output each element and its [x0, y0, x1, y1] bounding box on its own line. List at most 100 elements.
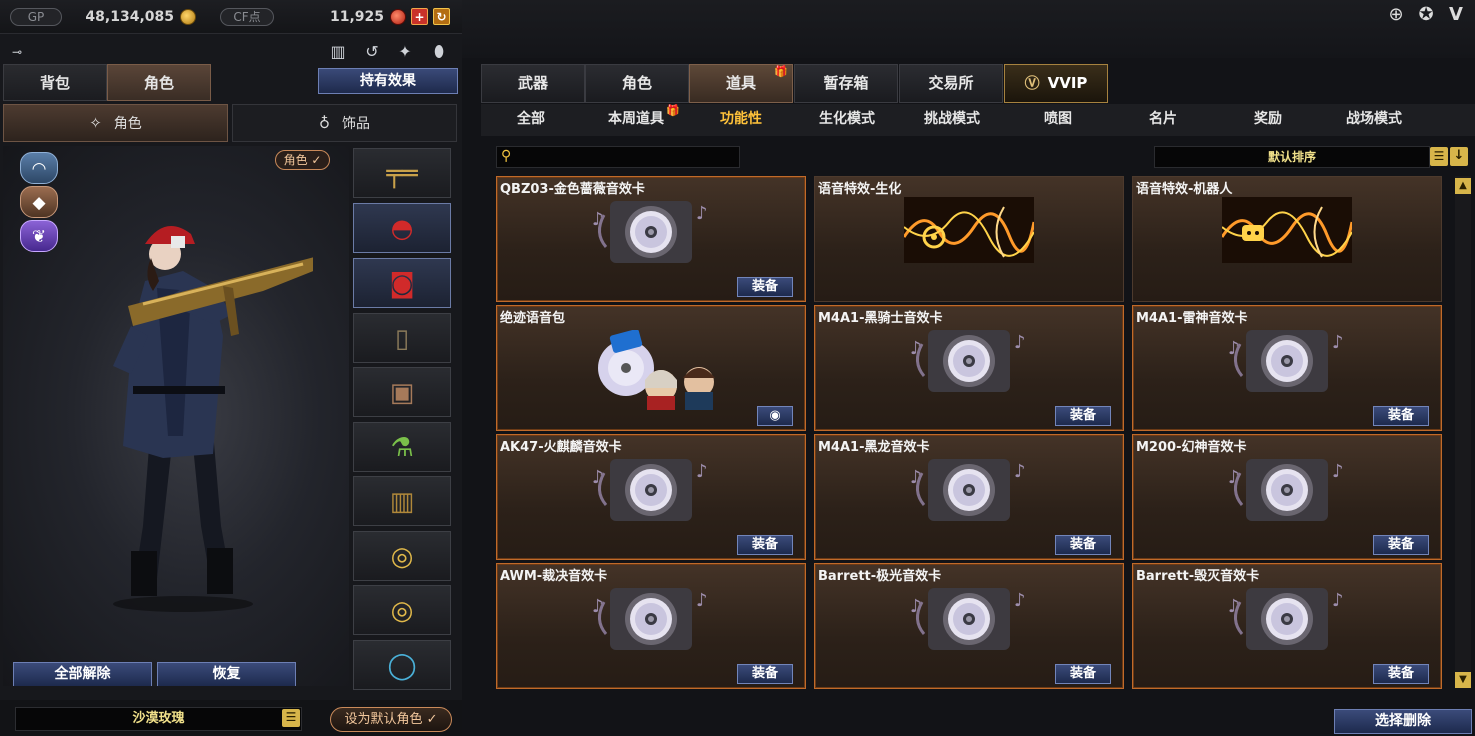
character-preview: ◠ ◆ ❦ 角色 ✓ 全部解除 恢复	[3, 146, 349, 686]
slot-canister[interactable]: ⚗	[353, 422, 451, 472]
equip-button[interactable]: 装备	[1373, 664, 1429, 684]
equip-button[interactable]: 装备	[1055, 535, 1111, 555]
slot-goggles[interactable]: ◙	[353, 258, 451, 308]
subtab-accessory-label: 饰品	[342, 116, 370, 132]
equip-button[interactable]: 装备	[1055, 664, 1111, 684]
slot-ring-1[interactable]: ◎	[353, 531, 451, 581]
sort-down-icon[interactable]: ↓	[1450, 147, 1468, 166]
stats-icon[interactable]: ▥	[327, 41, 349, 63]
tab-exchange[interactable]: 交易所	[899, 64, 1003, 103]
slot-radio[interactable]: ▯	[353, 313, 451, 363]
filter-spray[interactable]: 喷图	[1008, 104, 1108, 136]
filter-all[interactable]: 全部	[481, 104, 581, 136]
item-card[interactable]: M4A1-雷神音效卡 ♪ ♪ 装备	[1132, 305, 1442, 431]
eagle-icon[interactable]: ◆	[20, 186, 58, 218]
scroll-down-icon[interactable]: ▼	[1455, 672, 1471, 688]
svg-text:♪: ♪	[910, 338, 922, 359]
character-name-field[interactable]: 沙漠玫瑰	[15, 707, 302, 731]
item-card[interactable]: QBZ03-金色蔷薇音效卡 ♪ ♪ 装备	[496, 176, 806, 302]
tab-storage[interactable]: 暂存箱	[794, 64, 898, 103]
vip-icon[interactable]: V	[1443, 2, 1469, 28]
gift-icon: 🎁	[666, 104, 680, 117]
slot-ring-2[interactable]: ◎	[353, 585, 451, 635]
set-default-character-button[interactable]: 设为默认角色 ✓	[330, 707, 452, 732]
sort-select[interactable]: 默认排序	[1154, 146, 1430, 168]
slot-pouch[interactable]: ▥	[353, 476, 451, 526]
add-cf-icon[interactable]: +	[411, 8, 428, 25]
svg-text:♪: ♪	[1228, 596, 1240, 617]
equip-button[interactable]: 装备	[737, 535, 793, 555]
item-card[interactable]: 语音特效-机器人	[1132, 176, 1442, 302]
slot-hat[interactable]: ◓	[353, 203, 451, 253]
tab-backpack-label: 背包	[39, 74, 70, 92]
hold-effect-button[interactable]: 持有效果	[318, 68, 458, 94]
menu-icon[interactable]: ☰	[282, 709, 300, 727]
filter-reward[interactable]: 奖励	[1218, 104, 1318, 136]
key-icon[interactable]: ⊸	[6, 41, 28, 63]
svg-text:♪: ♪	[696, 590, 708, 611]
item-card[interactable]: Barrett-毁灭音效卡 ♪ ♪ 装备	[1132, 563, 1442, 689]
tab-character[interactable]: 角色	[107, 64, 211, 101]
select-delete-button[interactable]: 选择删除	[1334, 709, 1472, 734]
subtab-character[interactable]: ✧ 角色	[3, 104, 228, 142]
mouse-icon[interactable]: ⬮	[428, 41, 450, 63]
item-card[interactable]: AWM-裁决音效卡 ♪ ♪ 装备	[496, 563, 806, 689]
equip-button[interactable]: 装备	[737, 664, 793, 684]
item-card[interactable]: M200-幻神音效卡 ♪ ♪ 装备	[1132, 434, 1442, 560]
slot-weapon[interactable]: ╤═	[353, 148, 451, 198]
tab-weapon[interactable]: 武器	[481, 64, 585, 103]
pose-icon[interactable]: ✦	[394, 41, 416, 63]
top-strip: ⊕ ✪ V	[462, 0, 1475, 58]
right-panel: ⊕ ✪ V 武器 角色 道具 🎁 暂存箱 交易所 Ⓥ VVIP 全部 本周道具 🎁 功…	[462, 0, 1475, 736]
svg-text:♪: ♪	[910, 596, 922, 617]
item-grid: QBZ03-金色蔷薇音效卡 ♪ ♪ 装备 语音特效-生化 语音特效-机器人 绝迹语音包 ◉ M4…	[496, 176, 1446, 691]
wing-icon[interactable]: ❦	[20, 220, 58, 252]
cf-label: CF点	[220, 8, 274, 26]
filter-zombie[interactable]: 生化模式	[797, 104, 897, 136]
scrollbar[interactable]: ▲ ▼	[1455, 176, 1471, 688]
filter-weekly[interactable]: 本周道具 🎁	[586, 104, 686, 136]
item-card[interactable]: 绝迹语音包 ◉	[496, 305, 806, 431]
music-disc-icon: ♪ ♪	[904, 326, 1034, 400]
item-card[interactable]: M4A1-黑骑士音效卡 ♪ ♪ 装备	[814, 305, 1124, 431]
filter-spray-label: 喷图	[1044, 111, 1072, 127]
equip-button[interactable]: 装备	[1373, 406, 1429, 426]
search-input[interactable]: ⚲	[496, 146, 740, 168]
mask-icon[interactable]: ◠	[20, 152, 58, 184]
search-icon: ⚲	[501, 148, 512, 164]
filter-card[interactable]: 名片	[1113, 104, 1213, 136]
rotate-view-icon[interactable]: ↺	[361, 41, 383, 63]
equip-button[interactable]: 装备	[1055, 406, 1111, 426]
disc-icon[interactable]: ◉	[757, 406, 793, 426]
item-card[interactable]: AK47-火麒麟音效卡 ♪ ♪ 装备	[496, 434, 806, 560]
tab-role[interactable]: 角色	[585, 64, 689, 103]
unequip-all-button[interactable]: 全部解除	[13, 662, 152, 686]
badge-icon[interactable]: ✪	[1413, 2, 1439, 28]
role-badge: 角色 ✓	[275, 150, 330, 170]
filter-functional[interactable]: 功能性	[691, 104, 791, 136]
item-card[interactable]: M4A1-黑龙音效卡 ♪ ♪ 装备	[814, 434, 1124, 560]
top-icon-group: ⊕ ✪ V	[1381, 2, 1471, 28]
equip-button[interactable]: 装备	[737, 277, 793, 297]
refresh-icon[interactable]: ↻	[433, 8, 450, 25]
sub-tab-bar: ✧ 角色 ♁ 饰品	[3, 104, 459, 142]
scroll-up-icon[interactable]: ▲	[1455, 178, 1471, 194]
equip-button[interactable]: 装备	[1373, 535, 1429, 555]
subtab-accessory[interactable]: ♁ 饰品	[232, 104, 457, 142]
cf-coin-icon	[390, 9, 406, 25]
filter-challenge[interactable]: 挑战模式	[902, 104, 1002, 136]
filter-battlefield[interactable]: 战场模式	[1324, 104, 1424, 136]
item-card[interactable]: Barrett-极光音效卡 ♪ ♪ 装备	[814, 563, 1124, 689]
tab-backpack[interactable]: 背包	[3, 64, 107, 101]
red-cap-icon: ◓	[390, 214, 414, 244]
item-title: Barrett-毁灭音效卡	[1136, 569, 1260, 584]
item-card[interactable]: 语音特效-生化	[814, 176, 1124, 302]
slot-backpack[interactable]: ▣	[353, 367, 451, 417]
restore-button[interactable]: 恢复	[157, 662, 296, 686]
target-icon[interactable]: ⊕	[1383, 2, 1409, 28]
cf-value: 11,925	[329, 9, 384, 25]
tab-vvip[interactable]: Ⓥ VVIP	[1004, 64, 1108, 103]
list-menu-icon[interactable]: ☰	[1430, 147, 1448, 166]
slot-ring-3[interactable]: ◯	[353, 640, 451, 690]
tab-items[interactable]: 道具 🎁	[689, 64, 793, 103]
